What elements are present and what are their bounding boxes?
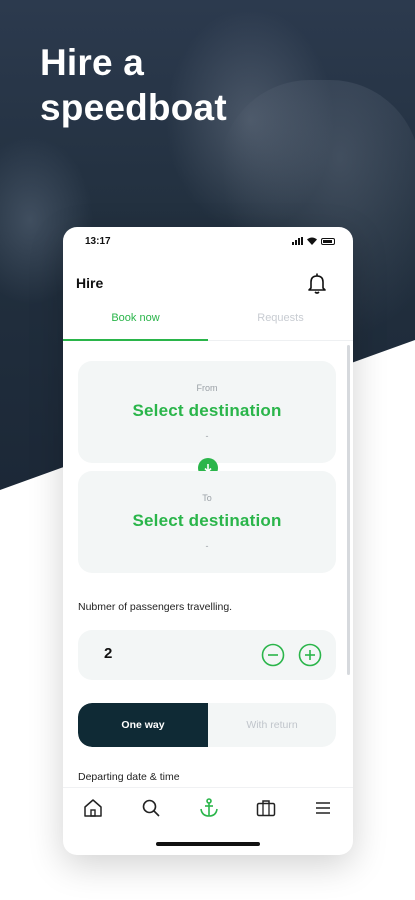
from-destination-value: Select destination <box>132 401 282 420</box>
to-destination-value: Select destination <box>132 511 282 530</box>
scrollbar[interactable] <box>347 345 350 675</box>
search-icon[interactable] <box>139 796 163 820</box>
hero-title-line1: Hire a <box>40 42 145 83</box>
bottom-nav <box>63 787 353 829</box>
minus-circle-icon[interactable] <box>261 643 285 667</box>
app-bar: Hire <box>63 267 353 303</box>
to-label: To <box>202 493 212 503</box>
to-detail: - <box>205 541 209 551</box>
briefcase-icon[interactable] <box>254 796 278 820</box>
passenger-count: 2 <box>104 645 113 662</box>
trip-type-toggle: One way With return <box>78 703 336 747</box>
page-title: Hire <box>76 275 104 291</box>
hero-title-line2: speedboat <box>40 87 227 128</box>
plus-circle-icon[interactable] <box>298 643 322 667</box>
tabs: Book now Requests <box>63 307 353 341</box>
from-detail: - <box>205 431 209 441</box>
menu-icon[interactable] <box>311 796 335 820</box>
passengers-stepper: 2 <box>78 630 336 680</box>
phone-screen: 13:17 Hire Book now Requests From Select… <box>63 227 353 855</box>
battery-icon <box>321 237 335 245</box>
anchor-icon[interactable] <box>197 796 221 820</box>
departing-label: Departing date & time <box>78 771 180 783</box>
tab-requests[interactable]: Requests <box>208 307 353 324</box>
status-time: 13:17 <box>85 236 111 247</box>
one-way-option[interactable]: One way <box>78 703 208 747</box>
wifi-icon <box>307 237 317 245</box>
booking-form: From Select destination - To Select dest… <box>63 341 353 787</box>
bell-icon[interactable] <box>305 271 329 295</box>
status-bar: 13:17 <box>63 227 353 257</box>
signal-icon <box>292 237 303 245</box>
passengers-label: Nubmer of passengers travelling. <box>78 601 233 613</box>
to-destination-card[interactable]: To Select destination - <box>78 471 336 573</box>
home-icon[interactable] <box>81 796 105 820</box>
status-icons <box>292 237 335 245</box>
tab-book-now[interactable]: Book now <box>63 307 208 324</box>
home-indicator <box>156 842 260 846</box>
from-label: From <box>196 383 218 393</box>
from-destination-card[interactable]: From Select destination - <box>78 361 336 463</box>
hero-title: Hire a speedboat <box>40 40 227 130</box>
with-return-option[interactable]: With return <box>208 703 336 747</box>
